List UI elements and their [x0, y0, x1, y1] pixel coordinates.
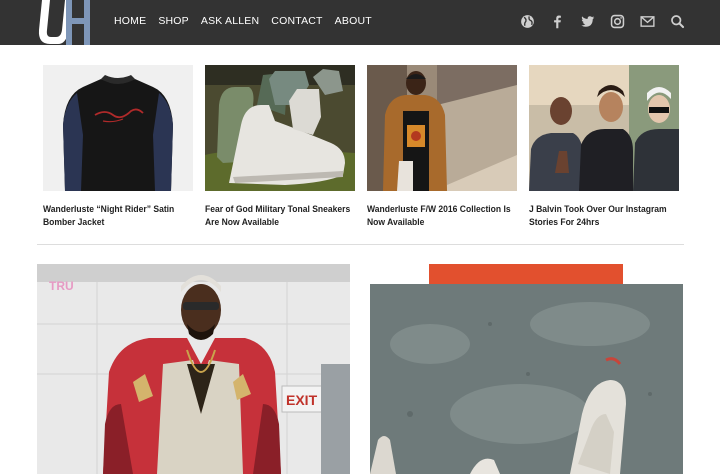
- exit-sign-text: EXIT: [286, 392, 318, 408]
- collection-image[interactable]: [367, 65, 517, 191]
- featured-card-collection[interactable]: Wanderluste F/W 2016 Collection Is Now A…: [367, 65, 517, 229]
- neon-sign-text: TRU: [49, 279, 74, 293]
- instagram-takeover-image[interactable]: [529, 65, 679, 191]
- nav-shop[interactable]: SHOP: [158, 15, 189, 27]
- nav-contact[interactable]: CONTACT: [271, 15, 322, 27]
- bomber-jacket-image[interactable]: [43, 65, 193, 191]
- twitter-icon[interactable]: [579, 13, 596, 30]
- site-logo[interactable]: UH: [36, 0, 96, 45]
- nav-home[interactable]: HOME: [114, 15, 146, 27]
- featured-card-instagram[interactable]: J Balvin Took Over Our Instagram Stories…: [529, 65, 679, 229]
- facebook-icon[interactable]: [549, 13, 566, 30]
- featured-title[interactable]: Fear of God Military Tonal Sneakers Are …: [205, 203, 354, 229]
- main-nav: HOME SHOP ASK ALLEN CONTACT ABOUT: [114, 15, 372, 27]
- featured-card-sneakers[interactable]: Fear of God Military Tonal Sneakers Are …: [205, 65, 355, 229]
- instagram-icon[interactable]: [609, 13, 626, 30]
- post-image-left[interactable]: TRU EXIT: [37, 264, 350, 474]
- search-icon[interactable]: [669, 13, 686, 30]
- sneakers-image[interactable]: [205, 65, 355, 191]
- featured-card-bomber-jacket[interactable]: Wanderluste “Night Rider” Satin Bomber J…: [43, 65, 193, 229]
- mail-icon[interactable]: [639, 13, 656, 30]
- social-links: [519, 13, 686, 30]
- svg-text:UH: UH: [36, 0, 38, 1]
- post-image-right[interactable]: [370, 264, 683, 474]
- nav-ask-allen[interactable]: ASK ALLEN: [201, 15, 259, 27]
- sneaker-on-concrete-image[interactable]: [370, 264, 683, 474]
- nav-about[interactable]: ABOUT: [335, 15, 372, 27]
- top-navigation-bar: UH HOME SHOP ASK ALLEN CONTACT ABOUT: [0, 0, 720, 45]
- featured-title[interactable]: J Balvin Took Over Our Instagram Stories…: [529, 203, 678, 229]
- section-divider: [37, 244, 684, 245]
- artist-portrait-image[interactable]: TRU EXIT: [37, 264, 350, 474]
- featured-title[interactable]: Wanderluste “Night Rider” Satin Bomber J…: [43, 203, 192, 229]
- globe-icon[interactable]: [519, 13, 536, 30]
- featured-title[interactable]: Wanderluste F/W 2016 Collection Is Now A…: [367, 203, 516, 229]
